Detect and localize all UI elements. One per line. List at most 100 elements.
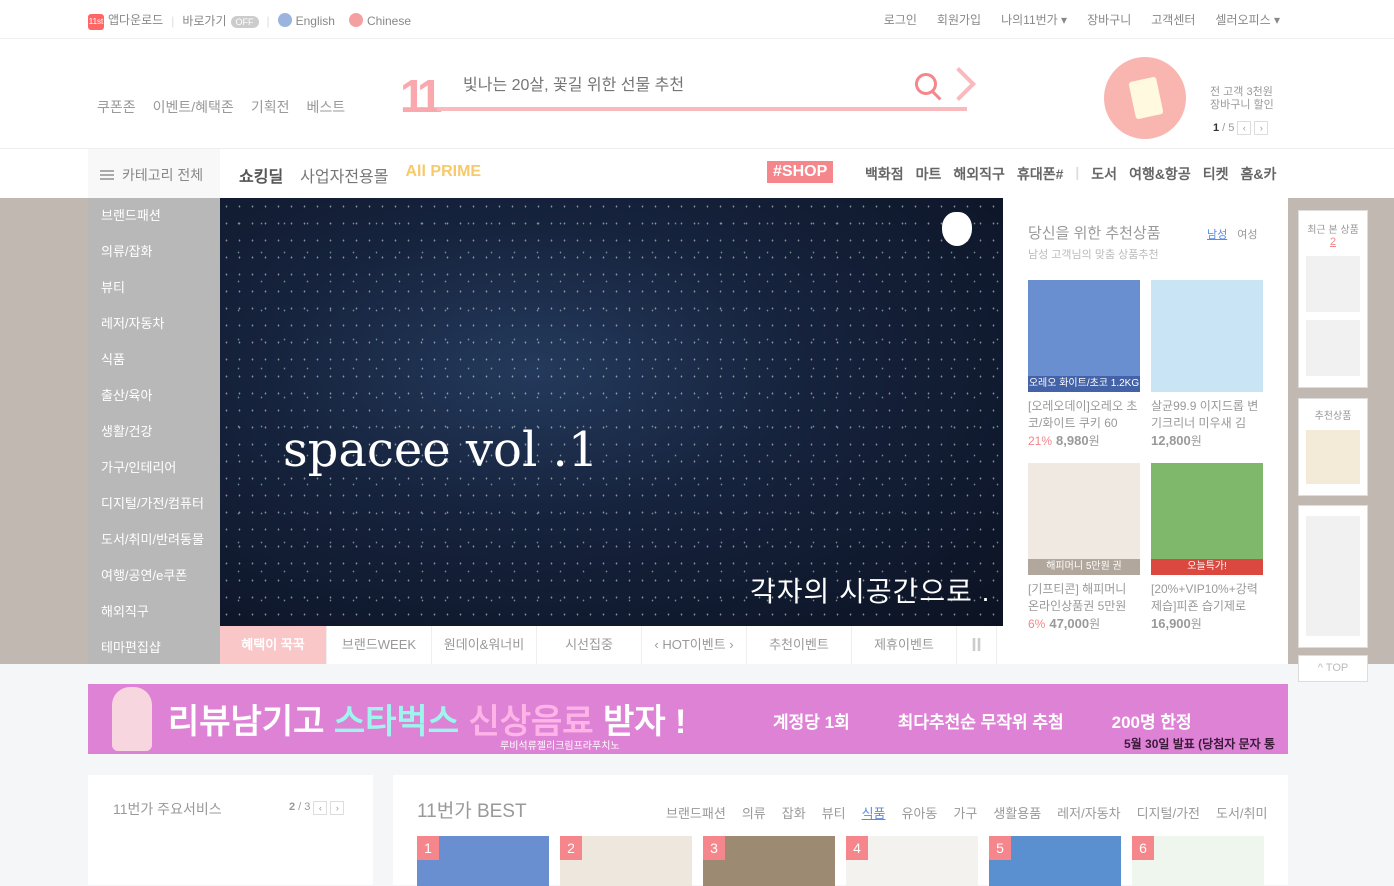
banner-tab[interactable]: 원데이&워너비 <box>432 626 537 664</box>
banner-tab[interactable]: 혜택이 꾹꾹 <box>220 626 327 664</box>
nav-shop-tag[interactable]: #SHOP <box>767 161 834 183</box>
category-item[interactable]: 해외직구 <box>88 594 220 630</box>
recommend-item[interactable]: 오늘특가! [20%+VIP10%+강력 제습]피죤 습기제로 16,900원 <box>1151 463 1263 632</box>
best-tab[interactable]: 뷰티 <box>822 803 846 822</box>
chevron-right-icon[interactable]: › <box>1254 121 1269 135</box>
gender-male-tab[interactable]: 남성 <box>1207 229 1227 241</box>
main-banner[interactable]: spacee vol .1 각자의 시공간으로 . <box>220 198 1003 626</box>
product-image: 해피머니 5만원 권 <box>1028 463 1140 575</box>
best-tab[interactable]: 디지털/가전 <box>1137 803 1200 822</box>
nav-phone[interactable]: 휴대폰# <box>1017 164 1063 184</box>
category-item[interactable]: 레저/자동차 <box>88 306 220 342</box>
promo-line-2: 장바구니 할인 <box>1210 99 1274 111</box>
category-item[interactable]: 출산/육아 <box>88 378 220 414</box>
lang-chinese-link[interactable]: Chinese <box>348 13 411 28</box>
lang-english-link[interactable]: English <box>277 13 335 28</box>
product-image-label: 오레오 화이트/초코 1.2KG <box>1028 376 1140 392</box>
category-item[interactable]: 테마편집샵 <box>88 630 220 666</box>
side-product-thumb[interactable] <box>1306 516 1360 636</box>
site-logo[interactable]: 11 <box>400 69 443 123</box>
quick-link-coupon[interactable]: 쿠폰존 <box>97 97 136 117</box>
banner-tab[interactable]: 브랜드WEEK <box>327 626 432 664</box>
category-item[interactable]: 뷰티 <box>88 270 220 306</box>
best-tab[interactable]: 가구 <box>953 803 977 822</box>
cart-link[interactable]: 장바구니 <box>1087 11 1131 28</box>
best-tab-active[interactable]: 식품 <box>862 803 886 822</box>
product-image-label: 오늘특가! <box>1151 559 1263 575</box>
best-item[interactable]: 1 <box>417 836 549 886</box>
category-item[interactable]: 도서/취미/반려동물 <box>88 522 220 558</box>
search-icon[interactable] <box>915 73 937 95</box>
category-item[interactable]: 디지털/가전/컴퓨터 <box>88 486 220 522</box>
chevron-left-icon[interactable]: ‹ <box>313 801 328 815</box>
nav-home-car[interactable]: 홈&카 <box>1240 164 1276 184</box>
recent-product-thumb[interactable] <box>1306 320 1360 376</box>
best-item[interactable]: 5 <box>989 836 1121 886</box>
pause-icon[interactable]: II <box>957 626 997 664</box>
banner-tab[interactable]: 추천이벤트 <box>747 626 852 664</box>
best-item[interactable]: 6 <box>1132 836 1264 886</box>
app-download-link[interactable]: 11st 앱다운로드 <box>88 11 163 30</box>
recommend-item[interactable]: 오레오 화이트/초코 1.2KG [오레오데이]오레오 초코/화이트 쿠키 60… <box>1028 280 1140 449</box>
category-all-button[interactable]: 카테고리 전체 <box>88 149 220 199</box>
best-tab[interactable]: 잡화 <box>782 803 806 822</box>
best-tab[interactable]: 유아동 <box>902 803 938 822</box>
category-item[interactable]: 여행/공연/e쿠폰 <box>88 558 220 594</box>
nav-global[interactable]: 해외직구 <box>953 164 1005 184</box>
nav-shocking-deal[interactable]: 쇼킹딜 <box>239 163 283 187</box>
quick-link-exhibition[interactable]: 기획전 <box>251 97 290 117</box>
best-tab[interactable]: 브랜드패션 <box>666 803 726 822</box>
product-name: [20%+VIP10%+강력 제습]피죤 습기제로 <box>1151 582 1258 613</box>
search-bar <box>437 67 976 111</box>
side-recommend-thumb[interactable] <box>1306 430 1360 484</box>
nav-business-mall[interactable]: 사업자전용몰 <box>300 163 388 187</box>
recommend-item[interactable]: 살균99.9 이지드롭 변기크리너 미우새 김 12,800원 <box>1151 280 1263 449</box>
category-item[interactable]: 의류/잡화 <box>88 234 220 270</box>
category-item[interactable]: 가구/인테리어 <box>88 450 220 486</box>
banner-tab[interactable]: ‹ HOT이벤트 › <box>642 626 747 664</box>
best-tab[interactable]: 레저/자동차 <box>1057 803 1120 822</box>
best-tab[interactable]: 도서/취미 <box>1216 803 1267 822</box>
chevron-right-icon[interactable]: › <box>330 801 345 815</box>
search-input[interactable] <box>437 67 877 105</box>
recent-count[interactable]: 2 <box>1299 236 1367 248</box>
scroll-top-button[interactable]: ^ TOP <box>1298 655 1368 682</box>
banner-tab[interactable]: 제휴이벤트 <box>852 626 957 664</box>
starbucks-ad-banner[interactable]: 리뷰남기고 스타벅스 신상음료 받자 ! 루비석류젤리크림프라푸치노 계정당 1… <box>88 684 1288 754</box>
recommend-item[interactable]: 해피머니 5만원 권 [기프티콘] 해피머니 온라인상품권 5만원 6% 47,0… <box>1028 463 1140 632</box>
recent-product-thumb[interactable] <box>1306 256 1360 312</box>
quick-link-event[interactable]: 이벤트/혜택존 <box>153 97 234 117</box>
quick-link-best[interactable]: 베스트 <box>306 97 345 117</box>
chevron-left-icon[interactable]: ‹ <box>1237 121 1252 135</box>
category-item[interactable]: 생활/건강 <box>88 414 220 450</box>
my11st-label: 나의11번가 <box>1001 13 1058 27</box>
banner-tab[interactable]: 시선집중 <box>537 626 642 664</box>
seller-office-link[interactable]: 셀러오피스 ▾ <box>1215 11 1280 28</box>
best-tab[interactable]: 의류 <box>742 803 766 822</box>
category-item[interactable]: 브랜드패션 <box>88 198 220 234</box>
nav-ticket[interactable]: 티켓 <box>1203 164 1229 184</box>
gender-female-tab[interactable]: 여성 <box>1237 229 1257 241</box>
shortcut-toggle[interactable]: 바로가기 OFF <box>182 12 259 29</box>
recent-products-panel[interactable]: 최근 본 상품 2 <box>1298 210 1368 388</box>
nav-travel[interactable]: 여행&항공 <box>1129 164 1191 184</box>
my11st-link[interactable]: 나의11번가 ▾ <box>1001 11 1067 28</box>
signup-link[interactable]: 회원가입 <box>937 11 981 28</box>
best-tab[interactable]: 생활용품 <box>993 803 1041 822</box>
best-item[interactable]: 4 <box>846 836 978 886</box>
cart-promo-image[interactable] <box>1104 57 1186 139</box>
side-product-panel[interactable] <box>1298 505 1368 648</box>
side-recommend-panel[interactable]: 추천상품 <box>1298 398 1368 496</box>
nav-department[interactable]: 백화점 <box>865 164 904 184</box>
divider: | <box>1075 164 1080 180</box>
login-link[interactable]: 로그인 <box>884 11 917 28</box>
starfield-background <box>220 198 1003 626</box>
best-item[interactable]: 3 <box>703 836 835 886</box>
best-item[interactable]: 2 <box>560 836 692 886</box>
nav-books[interactable]: 도서 <box>1091 164 1117 184</box>
customer-center-link[interactable]: 고객센터 <box>1151 11 1195 28</box>
nav-all-prime[interactable]: All PRIME <box>406 163 482 187</box>
cart-promo-text[interactable]: 전 고객 3천원 장바구니 할인 <box>1210 86 1274 112</box>
category-item[interactable]: 식품 <box>88 342 220 378</box>
nav-mart[interactable]: 마트 <box>916 164 942 184</box>
